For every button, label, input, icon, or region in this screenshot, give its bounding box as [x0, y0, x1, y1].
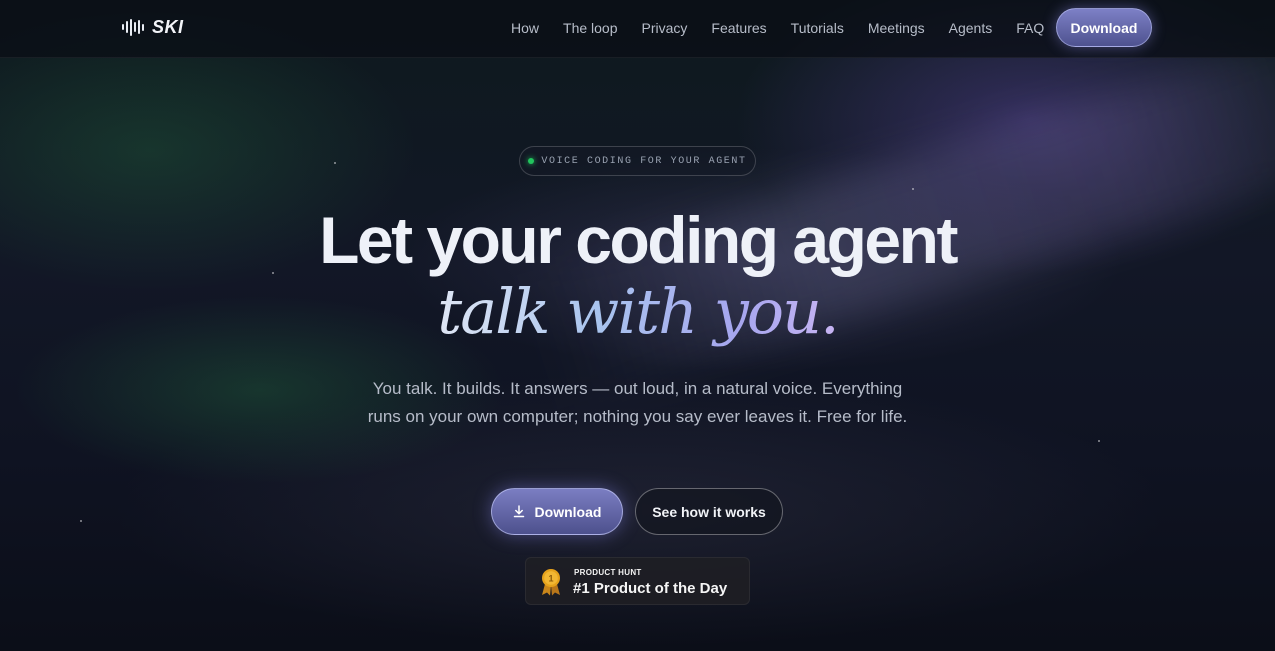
nav-link-tutorials[interactable]: Tutorials — [791, 18, 844, 38]
medal-icon: 1 — [542, 569, 560, 596]
product-hunt-label: PRODUCT HUNT — [574, 568, 642, 577]
product-hunt-title: #1 Product of the Day — [573, 580, 728, 597]
status-dot — [528, 158, 535, 164]
download-button-label: Download — [534, 503, 602, 520]
download-button[interactable]: Download — [491, 488, 623, 535]
nav-link-agents[interactable]: Agents — [949, 18, 993, 38]
hero-headline-accent-text: talk with you. — [437, 275, 839, 348]
brand-logo[interactable]: SKI — [122, 16, 184, 38]
hero-badge: VOICE CODING FOR YOUR AGENT — [519, 146, 756, 176]
nav-link-faq[interactable]: FAQ — [1016, 18, 1044, 38]
nav-link-the-loop[interactable]: The loop — [563, 18, 617, 38]
nav-link-privacy[interactable]: Privacy — [642, 18, 688, 38]
star — [1098, 440, 1100, 442]
nav-links: How The loop Privacy Features Tutorials … — [511, 18, 1068, 38]
landing-page: SKI How The loop Privacy Features Tutori… — [0, 0, 1275, 651]
brand-name: SKI — [152, 16, 184, 37]
download-icon — [513, 505, 524, 518]
soundwave-icon — [122, 18, 144, 36]
top-nav: SKI How The loop Privacy Features Tutori… — [0, 0, 1275, 58]
star — [80, 520, 82, 522]
hero-headline: Let your coding agent — [319, 203, 958, 277]
badge-label: VOICE CODING FOR YOUR AGENT — [541, 155, 747, 167]
see-how-it-works-button[interactable]: See how it works — [635, 488, 783, 535]
product-hunt-badge[interactable]: 1 PRODUCT HUNT #1 Product of the Day — [525, 557, 750, 605]
star — [334, 162, 336, 164]
nav-link-features[interactable]: Features — [711, 18, 766, 38]
nav-link-how[interactable]: How — [511, 18, 539, 38]
hero-headline-accent: talk with you. — [0, 272, 1275, 352]
star — [912, 188, 914, 190]
medal-rank: 1 — [548, 574, 553, 584]
nav-download-button[interactable]: Download — [1056, 8, 1152, 47]
hero-subtitle: You talk. It builds. It answers — out lo… — [367, 379, 908, 426]
nav-link-meetings[interactable]: Meetings — [868, 18, 925, 38]
